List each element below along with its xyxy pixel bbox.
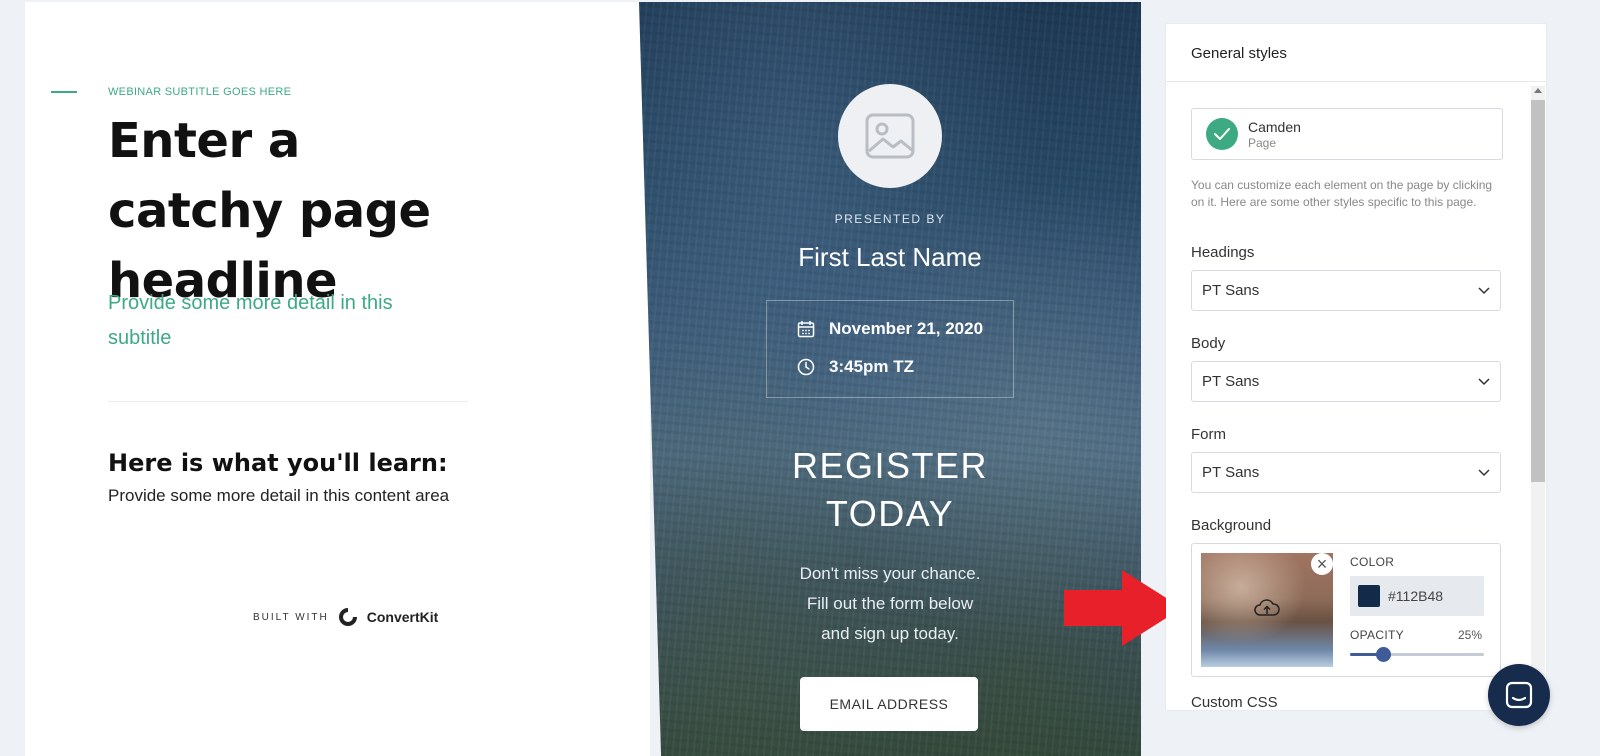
theme-card[interactable]: Camden Page bbox=[1191, 108, 1503, 160]
chevron-down-icon bbox=[1478, 377, 1490, 385]
presented-by-label: PRESENTED BY bbox=[834, 212, 946, 226]
scroll-up-arrow[interactable] bbox=[1534, 88, 1542, 93]
red-arrow-annotation bbox=[1064, 570, 1182, 646]
event-date: November 21, 2020 bbox=[829, 319, 984, 338]
register-heading[interactable]: REGISTER TODAY bbox=[639, 442, 1141, 538]
speaker-avatar[interactable] bbox=[838, 84, 942, 188]
speaker-name[interactable]: First Last Name bbox=[639, 242, 1141, 273]
background-settings: × COLOR #112B48 OPACITY 25% bbox=[1191, 543, 1501, 677]
event-time: 3:45pm TZ bbox=[829, 357, 915, 376]
opacity-slider[interactable] bbox=[1350, 647, 1484, 662]
image-placeholder-icon bbox=[865, 113, 915, 159]
panel-title: General styles bbox=[1166, 24, 1546, 82]
form-label: Form bbox=[1191, 426, 1226, 443]
body-font-value: PT Sans bbox=[1202, 373, 1260, 390]
register-line-2: TODAY bbox=[825, 493, 955, 534]
opacity-label: OPACITY bbox=[1350, 628, 1404, 642]
headings-label: Headings bbox=[1191, 244, 1255, 261]
event-time-row: 3:45pm TZ bbox=[797, 357, 914, 377]
general-styles-panel: General styles Camden Page You can custo… bbox=[1166, 24, 1546, 710]
opacity-value: 25% bbox=[1458, 628, 1483, 642]
theme-selected-badge bbox=[1206, 118, 1238, 150]
panel-body: Camden Page You can customize each eleme… bbox=[1191, 108, 1503, 710]
support-chat-button[interactable] bbox=[1488, 664, 1550, 726]
background-label: Background bbox=[1191, 517, 1272, 534]
content-divider bbox=[108, 401, 468, 402]
chevron-down-icon bbox=[1478, 468, 1490, 476]
theme-type: Page bbox=[1248, 135, 1277, 150]
background-image-thumbnail[interactable]: × bbox=[1201, 553, 1333, 667]
scrollbar-thumb[interactable] bbox=[1531, 100, 1545, 482]
check-icon bbox=[1214, 128, 1230, 140]
remove-background-button[interactable]: × bbox=[1311, 553, 1333, 575]
body-label: Body bbox=[1191, 335, 1226, 352]
body-font-select[interactable]: PT Sans bbox=[1191, 361, 1501, 402]
panel-help-text: You can customize each element on the pa… bbox=[1191, 178, 1493, 209]
learn-content[interactable]: Provide some more detail in this content… bbox=[108, 486, 449, 506]
close-icon: × bbox=[1316, 553, 1328, 574]
color-label: COLOR bbox=[1350, 555, 1395, 569]
subtitle-accent-line bbox=[51, 91, 77, 93]
upload-cloud-icon[interactable] bbox=[1253, 597, 1281, 619]
brand-name: ConvertKit bbox=[366, 609, 439, 625]
form-font-select[interactable]: PT Sans bbox=[1191, 452, 1501, 493]
clock-icon bbox=[797, 358, 815, 376]
event-datetime-box[interactable]: November 21, 2020 3:45pm TZ bbox=[766, 300, 1014, 398]
headings-font-select[interactable]: PT Sans bbox=[1191, 270, 1501, 311]
register-line-1: REGISTER bbox=[791, 445, 989, 486]
color-input[interactable]: #112B48 bbox=[1350, 576, 1484, 616]
built-with-label: BUILT WITH bbox=[253, 611, 329, 623]
headings-font-value: PT Sans bbox=[1202, 282, 1260, 299]
convertkit-logo-icon bbox=[338, 608, 357, 626]
page-headline[interactable]: Enter a catchy page headline bbox=[108, 106, 488, 316]
calendar-icon bbox=[797, 321, 815, 338]
chat-icon bbox=[1505, 681, 1533, 709]
color-hex-value: #112B48 bbox=[1388, 588, 1444, 604]
form-font-value: PT Sans bbox=[1202, 464, 1260, 481]
opacity-slider-handle[interactable] bbox=[1376, 647, 1391, 662]
email-address-field[interactable]: EMAIL ADDRESS bbox=[800, 677, 978, 731]
event-date-row: November 21, 2020 bbox=[797, 319, 983, 339]
theme-info: Camden Page bbox=[1248, 119, 1301, 150]
custom-css-label: Custom CSS bbox=[1191, 694, 1278, 710]
landing-page-content: WEBINAR SUBTITLE GOES HERE Enter a catch… bbox=[25, 2, 650, 756]
color-swatch[interactable] bbox=[1358, 585, 1380, 607]
webinar-subtitle[interactable]: WEBINAR SUBTITLE GOES HERE bbox=[108, 86, 291, 98]
chevron-down-icon bbox=[1478, 286, 1490, 294]
page-subtitle[interactable]: Provide some more detail in this subtitl… bbox=[108, 286, 458, 356]
built-with-badge[interactable]: BUILT WITH ConvertKit bbox=[253, 606, 438, 628]
learn-heading[interactable]: Here is what you'll learn: bbox=[108, 449, 448, 477]
theme-name: Camden bbox=[1248, 118, 1301, 135]
panel-scrollbar[interactable] bbox=[1531, 86, 1545, 710]
